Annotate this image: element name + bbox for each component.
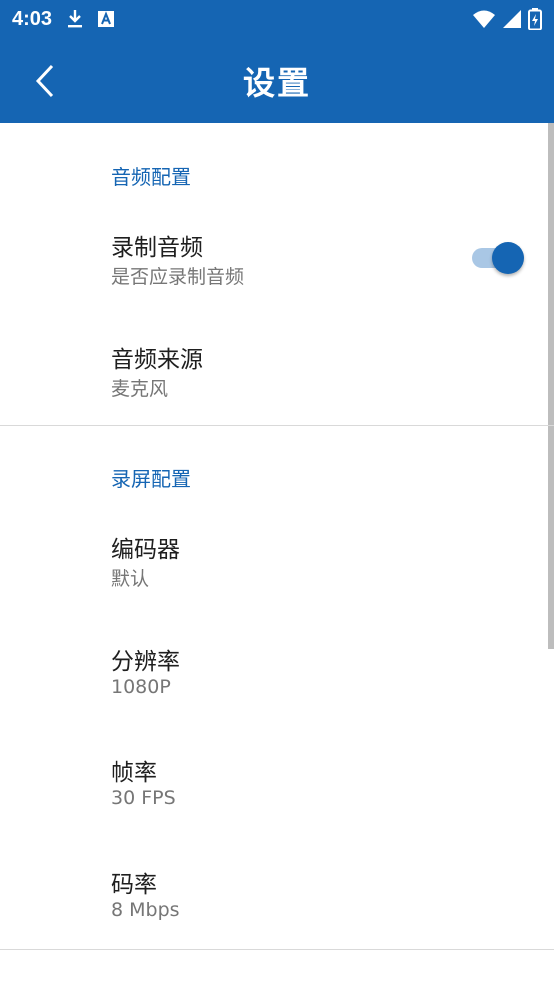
status-time: 4:03 <box>12 7 53 30</box>
pref-summary: 1080P <box>111 676 171 698</box>
section-divider <box>0 425 554 426</box>
pref-summary: 麦克风 <box>111 378 169 400</box>
pref-summary: 是否应录制音频 <box>111 266 245 288</box>
font-icon <box>98 11 115 27</box>
pref-summary: 30 FPS <box>111 787 176 809</box>
pref-resolution[interactable]: 分辨率 1080P <box>0 636 548 724</box>
section-header-audio: 音频配置 <box>111 165 191 189</box>
pref-title: 分辨率 <box>111 649 180 675</box>
scrollbar[interactable] <box>548 123 554 649</box>
pref-summary: 默认 <box>111 568 150 590</box>
back-arrow-icon <box>34 64 56 98</box>
status-left: 4:03 <box>12 7 115 31</box>
pref-title: 编码器 <box>111 537 180 563</box>
pref-bitrate[interactable]: 码率 8 Mbps <box>0 859 548 947</box>
section-divider <box>0 949 554 950</box>
download-icon <box>66 9 84 29</box>
pref-title: 码率 <box>111 872 157 898</box>
pref-title: 音频来源 <box>111 347 203 373</box>
pref-frame-rate[interactable]: 帧率 30 FPS <box>0 747 548 835</box>
battery-icon <box>528 8 542 30</box>
signal-icon <box>502 9 522 29</box>
pref-encoder[interactable]: 编码器 默认 <box>0 524 548 612</box>
toolbar: 设置 <box>0 38 554 123</box>
record-audio-switch[interactable] <box>470 240 526 274</box>
pref-audio-source[interactable]: 音频来源 麦克风 <box>0 334 548 422</box>
section-header-screen: 录屏配置 <box>111 467 191 491</box>
pref-title: 录制音频 <box>111 235 203 261</box>
status-bar: 4:03 <box>0 0 554 38</box>
status-right <box>472 8 542 30</box>
pref-title: 帧率 <box>111 760 157 786</box>
pref-summary: 8 Mbps <box>111 899 180 921</box>
app-bar: 4:03 设置 <box>0 0 554 123</box>
pref-record-audio[interactable]: 录制音频 是否应录制音频 <box>0 222 548 310</box>
switch-thumb <box>492 242 524 274</box>
wifi-icon <box>472 9 496 29</box>
page-title: 设置 <box>242 63 311 102</box>
back-button[interactable] <box>22 58 68 104</box>
